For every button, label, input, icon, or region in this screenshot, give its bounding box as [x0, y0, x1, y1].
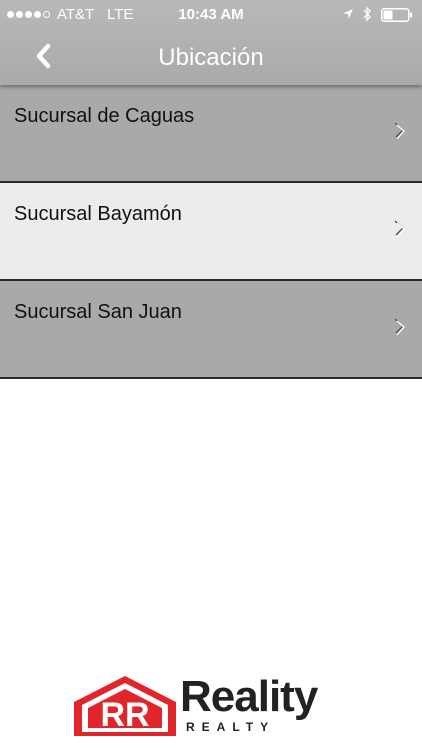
branch-label: Sucursal San Juan [14, 301, 182, 323]
back-button[interactable] [28, 40, 68, 74]
branch-item-san-juan[interactable]: Sucursal San Juan [0, 281, 422, 379]
chevron-right-icon [394, 318, 405, 336]
logo-name: Reality [180, 672, 318, 721]
status-time: 10:43 AM [178, 6, 244, 23]
branch-label: Sucursal de Caguas [14, 105, 195, 127]
top-bar: AT&T LTE 10:43 AM Ubicación [0, 0, 422, 85]
branch-label: Sucursal Bayamón [14, 203, 182, 225]
status-bar: AT&T LTE 10:43 AM [0, 0, 422, 30]
location-arrow-icon [343, 9, 353, 19]
house-logo-icon: RR [74, 676, 176, 736]
chevron-right-icon [394, 220, 405, 238]
app-screen: AT&T LTE 10:43 AM Ubicación Sucursal de … [0, 0, 422, 750]
bluetooth-icon [363, 6, 371, 22]
svg-text:RR: RR [100, 696, 149, 734]
branch-list: Sucursal de Caguas Sucursal Bayamón Sucu… [0, 85, 422, 379]
logo-subtext: REALTY [186, 720, 276, 734]
chevron-right-icon [394, 122, 405, 140]
branch-item-caguas[interactable]: Sucursal de Caguas [0, 85, 422, 183]
battery-icon [381, 8, 413, 22]
chevron-left-icon [36, 43, 51, 69]
reality-realty-logo: RR Reality REALTY [70, 672, 352, 738]
branch-item-bayamon[interactable]: Sucursal Bayamón [0, 183, 422, 281]
navigation-bar: Ubicación [0, 30, 422, 85]
